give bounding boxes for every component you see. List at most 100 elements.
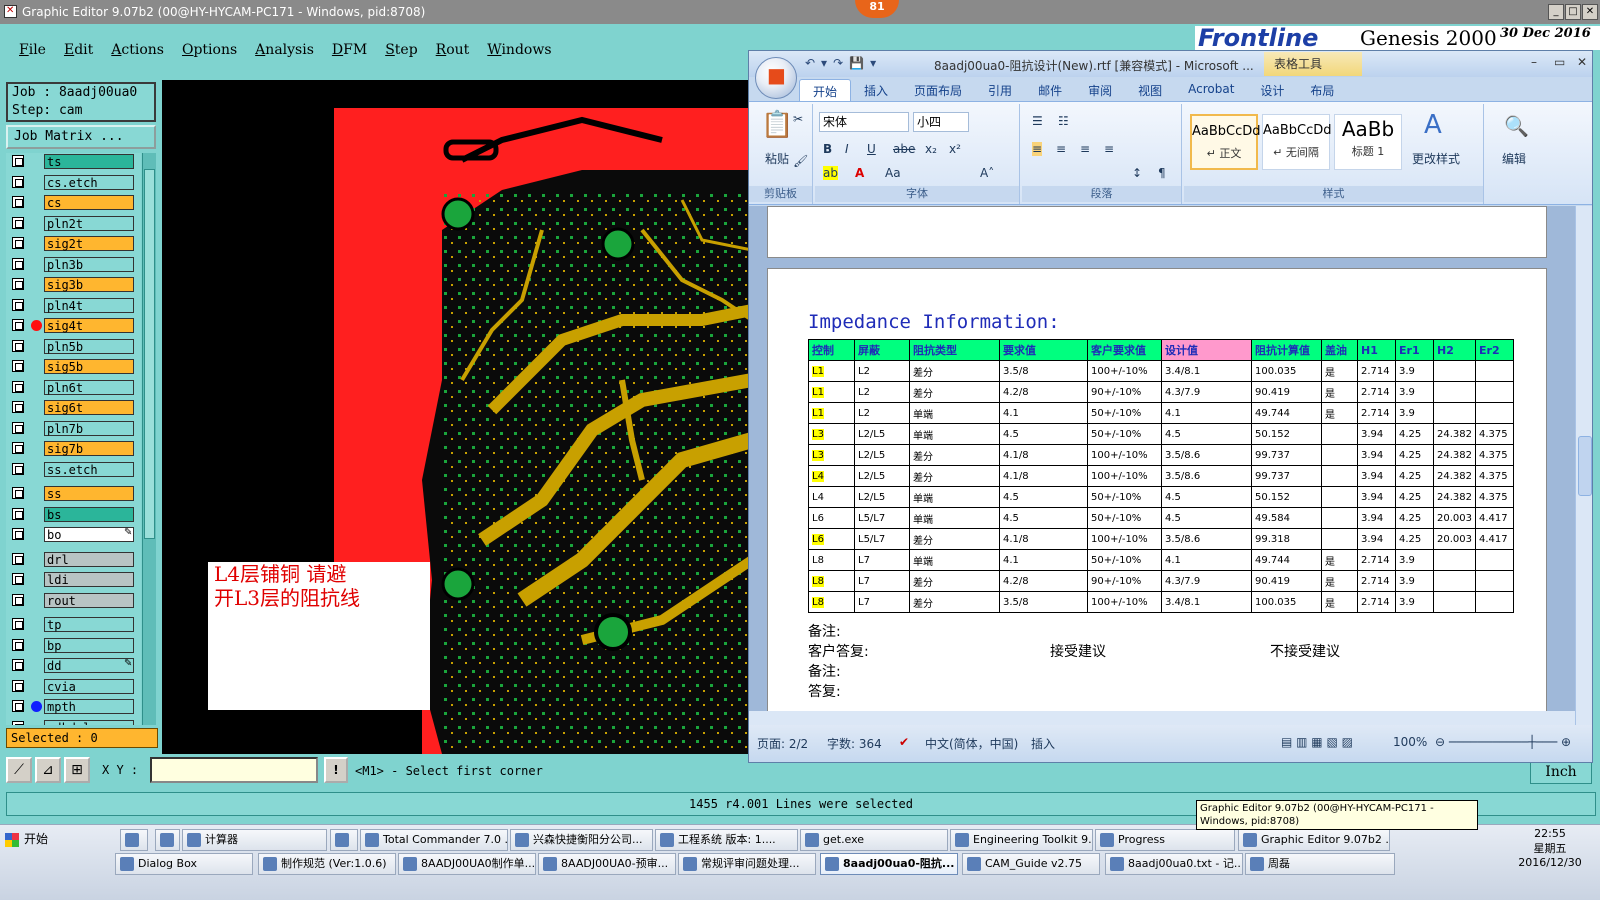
table-cell-oil[interactable] (1321, 444, 1358, 466)
xy-input[interactable] (150, 757, 318, 783)
reject-option[interactable]: 不接受建议 (1270, 641, 1340, 661)
table-cell-ctrl[interactable]: L1 (808, 402, 855, 424)
table-cell-design[interactable]: 3.5/8.6 (1161, 465, 1252, 487)
table-row[interactable]: L8 L7 差分 3.5/8 100+/-10% 3.4/8.1 100.035 是 2.714… (808, 591, 1514, 613)
tab-layout[interactable]: 布局 (1297, 79, 1347, 101)
table-cell-h2[interactable] (1433, 549, 1476, 571)
table-cell-shield[interactable]: L7 (854, 570, 910, 592)
layer-name[interactable]: rout (44, 592, 134, 608)
taskbar-button[interactable] (155, 829, 180, 851)
layer-name[interactable]: sig4t (44, 318, 134, 333)
table-cell-er2[interactable]: 4.375 (1475, 444, 1514, 466)
table-cell-type[interactable]: 单端 (909, 423, 1000, 445)
menu-edit[interactable]: Edit (55, 36, 102, 64)
layer-row[interactable]: cs (6, 194, 141, 211)
table-cell-req[interactable]: 3.5/8 (999, 591, 1088, 613)
layer-checkbox[interactable] (12, 552, 24, 565)
taskbar-button[interactable]: 常规评审问题处理... (678, 853, 816, 875)
font-name-combo[interactable]: 宋体 (819, 112, 909, 132)
table-row[interactable]: L3 L2/L5 单端 4.5 50+/-10% 4.5 50.152 3.94 4.25 24.… (808, 423, 1514, 445)
table-cell-oil[interactable]: 是 (1321, 402, 1358, 424)
layer-name[interactable]: ts (44, 154, 134, 169)
table-cell-er1[interactable]: 3.9 (1395, 549, 1434, 571)
table-cell-er1[interactable]: 4.25 (1395, 465, 1434, 487)
table-cell-shield[interactable]: L7 (854, 549, 910, 571)
table-cell-oil[interactable] (1321, 507, 1358, 529)
table-cell-shield[interactable]: L2/L5 (854, 444, 910, 466)
table-cell-cust[interactable]: 50+/-10% (1087, 486, 1162, 508)
layer-name[interactable]: cs (44, 195, 134, 210)
tab-view[interactable]: 视图 (1125, 79, 1175, 101)
table-cell-cust[interactable]: 100+/-10% (1087, 528, 1162, 550)
table-cell-req[interactable]: 3.5/8 (999, 360, 1088, 382)
table-cell-h1[interactable]: 2.714 (1357, 381, 1396, 403)
table-cell-cust[interactable]: 90+/-10% (1087, 381, 1162, 403)
layer-checkbox[interactable] (12, 298, 24, 311)
layer-name[interactable]: ss.etch (44, 461, 134, 477)
layer-row[interactable]: rout (6, 592, 141, 609)
table-cell-er1[interactable]: 4.25 (1395, 486, 1434, 508)
table-cell-cust[interactable]: 100+/-10% (1087, 360, 1162, 382)
table-cell-type[interactable]: 差分 (909, 444, 1000, 466)
superscript-button[interactable]: x² (949, 142, 961, 156)
layer-row[interactable]: sig2t (6, 235, 141, 252)
tab-insert[interactable]: 插入 (851, 79, 901, 101)
tab-review[interactable]: 审阅 (1075, 79, 1125, 101)
table-cell-oil[interactable]: 是 (1321, 591, 1358, 613)
table-cell-req[interactable]: 4.1 (999, 402, 1088, 424)
layer-row[interactable]: bs (6, 506, 141, 523)
layer-row[interactable]: ss (6, 485, 141, 502)
layer-checkbox[interactable] (12, 618, 24, 630)
layer-name[interactable]: bs (44, 506, 134, 522)
table-cell-shield[interactable]: L2/L5 (854, 465, 910, 487)
layer-checkbox[interactable] (12, 442, 24, 454)
table-cell-req[interactable]: 4.1/8 (999, 444, 1088, 466)
layer-row[interactable]: sig5b (6, 358, 141, 375)
layer-checkbox[interactable] (12, 319, 24, 331)
table-cell-h2[interactable] (1433, 360, 1476, 382)
font-color-icon[interactable]: A (855, 166, 864, 180)
table-cell-shield[interactable]: L2 (854, 360, 910, 382)
taskbar-button[interactable]: Total Commander 7.0 ... (360, 829, 508, 851)
table-row[interactable]: L1 L2 单端 4.1 50+/-10% 4.1 49.744 是 2.714 3.9 (808, 402, 1514, 424)
table-cell-type[interactable]: 差分 (909, 570, 1000, 592)
table-cell-h2[interactable] (1433, 591, 1476, 613)
impedance-table[interactable]: 控制 屏蔽 阻抗类型 要求值 客户要求值 设计值 阻抗计算值 盖油 H1 Er1 H2 Er2 L1 L… (808, 339, 1514, 613)
menu-dfm[interactable]: DFM (323, 36, 376, 64)
table-cell-ctrl[interactable]: L4 (808, 465, 855, 487)
layer-checkbox[interactable] (12, 487, 24, 499)
word-minimize-icon[interactable]: – (1531, 55, 1537, 69)
table-cell-design[interactable]: 4.3/7.9 (1161, 570, 1252, 592)
layer-name[interactable]: sig6t (44, 400, 134, 415)
table-cell-cust[interactable]: 100+/-10% (1087, 444, 1162, 466)
tab-page-layout[interactable]: 页面布局 (901, 79, 975, 101)
style-heading-1[interactable]: AaBb 标题 1 (1334, 114, 1402, 170)
taskbar-button[interactable]: CAM_Guide v2.75 (962, 853, 1100, 875)
snap-icon[interactable]: ⟋ (6, 757, 32, 783)
layer-name[interactable]: pln2t (44, 215, 134, 231)
table-cell-design[interactable]: 4.5 (1161, 423, 1252, 445)
layer-row[interactable]: sig6t (6, 399, 141, 416)
taskbar-button[interactable]: 8aadj00ua0.txt - 记... (1105, 853, 1243, 875)
layer-checkbox[interactable] (12, 720, 24, 725)
table-cell-req[interactable]: 4.1 (999, 549, 1088, 571)
style-no-spacing[interactable]: AaBbCcDd ↵ 无间隔 (1262, 114, 1332, 170)
layer-name[interactable]: sig5b (44, 359, 134, 374)
layer-row[interactable]: ts (6, 153, 141, 170)
subscript-button[interactable]: x₂ (925, 142, 937, 156)
align-left-icon[interactable]: ≡ (1032, 142, 1043, 156)
layer-row[interactable]: tp (6, 616, 141, 633)
table-row[interactable]: L6 L5/L7 单端 4.5 50+/-10% 4.5 49.584 3.94 4.25 20.… (808, 507, 1514, 529)
tab-home[interactable]: 开始 (799, 79, 852, 101)
system-clock[interactable]: 22:55 星期五 2016/12/30 (1500, 825, 1600, 900)
menu-step[interactable]: Step (376, 36, 426, 64)
page-2[interactable]: Impedance Information: 控制 屏蔽 阻抗类型 要求值 客户要求值设… (767, 268, 1547, 738)
table-cell-shield[interactable]: L7 (854, 591, 910, 613)
table-cell-type[interactable]: 单端 (909, 507, 1000, 529)
table-cell-req[interactable]: 4.1/8 (999, 528, 1088, 550)
layer-name[interactable]: drl (44, 551, 134, 567)
table-cell-cust[interactable]: 50+/-10% (1087, 549, 1162, 571)
layer-row[interactable]: pln4t (6, 297, 141, 314)
cut-icon[interactable]: ✂ (793, 112, 803, 126)
grid-icon[interactable]: ⊞ (64, 757, 90, 783)
